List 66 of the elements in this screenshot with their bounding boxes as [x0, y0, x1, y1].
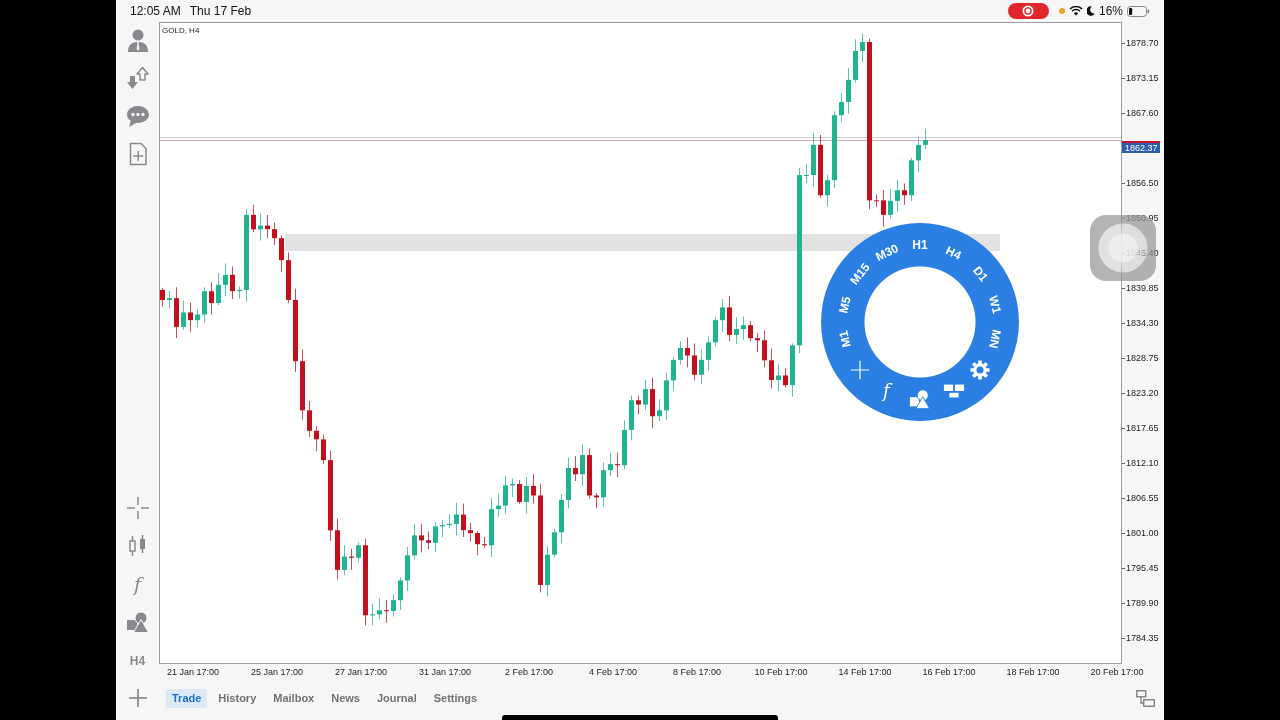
chart-symbol-title: GOLD, H4 — [162, 26, 200, 35]
price-tick-label: 1817.65 — [1122, 423, 1159, 433]
tab[interactable]: Journal — [370, 688, 423, 708]
period-button[interactable]: W1 — [987, 294, 1003, 315]
battery-percentage: 16% — [1098, 4, 1123, 18]
timeframe-button[interactable]: H4 — [129, 654, 146, 668]
price-tick-label: 1878.70 — [1122, 38, 1159, 48]
time-tick-label: 14 Feb 17:00 — [838, 667, 892, 677]
moon-icon — [1086, 6, 1095, 16]
crosshair-icon[interactable] — [125, 496, 150, 520]
time-tick-label: 31 Jan 17:00 — [418, 667, 471, 677]
tab[interactable]: Settings — [427, 688, 484, 708]
time-tick-label: 21 Jan 17:00 — [166, 667, 219, 677]
indicators-button[interactable]: f — [882, 381, 890, 402]
period-button[interactable]: H4 — [943, 243, 963, 262]
chat-icon[interactable] — [125, 104, 150, 128]
up-down-arrows-icon[interactable] — [125, 66, 150, 90]
price-tick-label: 1867.60 — [1122, 108, 1159, 118]
add-icon[interactable] — [128, 689, 147, 707]
price-tick-label: 1795.45 — [1122, 563, 1159, 573]
tab[interactable]: Mailbox — [267, 688, 321, 708]
battery-icon — [1127, 5, 1150, 17]
status-time: 12:05 AM — [130, 4, 181, 18]
price-tick-label: 1850.95 — [1122, 213, 1159, 223]
time-tick-label: 8 Feb 17:00 — [672, 667, 721, 677]
record-icon — [1022, 5, 1035, 17]
period-button[interactable]: D1 — [970, 263, 990, 284]
shapes-icon[interactable] — [125, 610, 150, 634]
price-tick-label: 1789.90 — [1122, 598, 1159, 608]
period-button[interactable]: MN — [987, 327, 1004, 350]
period-button[interactable]: M30 — [873, 242, 900, 264]
current-price-label: 1862.37 — [1122, 141, 1160, 153]
person-icon[interactable] — [125, 28, 150, 52]
price-tick-label: 1801.00 — [1122, 528, 1159, 538]
period-button[interactable]: M1 — [836, 328, 853, 349]
tab[interactable]: Trade — [166, 688, 208, 708]
settings-icon[interactable] — [969, 360, 990, 381]
time-tick-label: 25 Jan 17:00 — [250, 667, 303, 677]
price-tick-label: 1806.55 — [1122, 493, 1159, 503]
time-tick-label: 18 Feb 17:00 — [1006, 667, 1060, 677]
price-tick-label: 1812.10 — [1122, 458, 1159, 468]
tab[interactable]: News — [325, 688, 366, 708]
wifi-icon — [1068, 6, 1083, 16]
time-tick-label: 4 Feb 17:00 — [588, 667, 637, 677]
price-tick-label: 1823.20 — [1122, 388, 1159, 398]
period-button[interactable]: H1 — [912, 239, 928, 251]
price-tick-label: 1784.35 — [1122, 633, 1159, 643]
indicator-dot-icon — [1058, 8, 1065, 14]
shapes-icon[interactable] — [909, 388, 931, 410]
windows-icon[interactable] — [942, 383, 965, 399]
period-button[interactable]: M5 — [837, 294, 853, 315]
time-tick-label: 10 Feb 17:00 — [754, 667, 808, 677]
time-tick-label: 20 Feb 17:00 — [1090, 667, 1144, 677]
price-tick-label: 1834.30 — [1122, 318, 1159, 328]
price-tick-label: 1873.15 — [1122, 73, 1159, 83]
time-tick-label: 2 Feb 17:00 — [504, 667, 553, 677]
price-tick-label: 1828.75 — [1122, 353, 1159, 363]
window-layout-icon[interactable] — [1136, 689, 1155, 707]
price-tick-label: 1856.50 — [1122, 178, 1159, 188]
time-tick-label: 16 Feb 17:00 — [922, 667, 976, 677]
screen-recording-button[interactable] — [1007, 3, 1049, 19]
tab[interactable]: History — [212, 688, 263, 708]
price-tick-label: 1839.85 — [1122, 283, 1159, 293]
assistive-touch-button[interactable] — [1090, 215, 1156, 281]
status-date: Thu 17 Feb — [189, 4, 252, 18]
time-tick-label: 27 Jan 17:00 — [334, 667, 387, 677]
